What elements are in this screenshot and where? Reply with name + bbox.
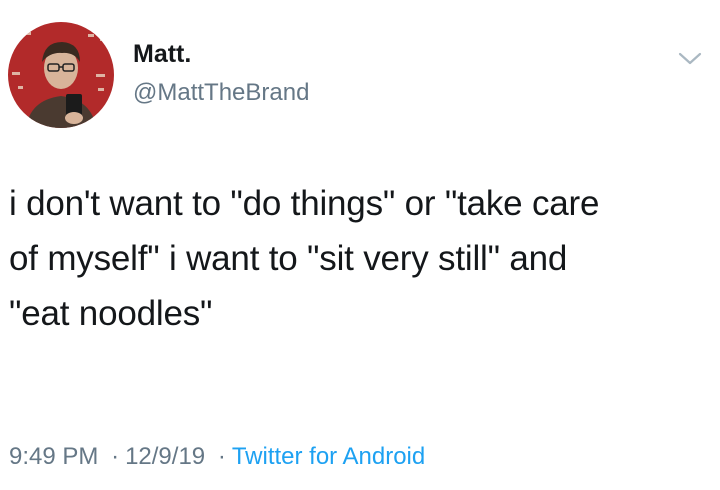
tweet-meta: 9:49 PM · 12/9/19 · Twitter for Android xyxy=(9,442,425,472)
tweet-text-line: "eat noodles" xyxy=(9,294,213,333)
tweet-text-line: of myself" i want to "sit very still" an… xyxy=(9,239,568,278)
tweet-source-link[interactable]: Twitter for Android xyxy=(232,443,425,470)
chevron-down-icon[interactable] xyxy=(677,50,703,68)
tweet-time[interactable]: 9:49 PM xyxy=(9,443,98,470)
tweet-card: Matt. @MattTheBrand i don't want to "do … xyxy=(0,0,720,490)
display-name[interactable]: Matt. xyxy=(133,40,191,68)
avatar-image xyxy=(8,22,114,128)
avatar[interactable] xyxy=(8,22,114,128)
user-handle[interactable]: @MattTheBrand xyxy=(133,79,309,107)
tweet-date[interactable]: 12/9/19 xyxy=(125,443,205,470)
tweet-text: i don't want to "do things" or "take car… xyxy=(9,176,714,341)
tweet-text-line: i don't want to "do things" or "take car… xyxy=(9,184,600,223)
separator-dot: · xyxy=(111,443,120,470)
separator-dot: · xyxy=(217,443,226,470)
